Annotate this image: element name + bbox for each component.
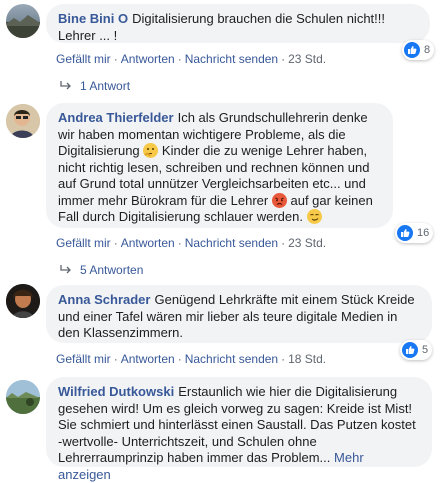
timestamp[interactable]: 23 Std. xyxy=(288,52,326,66)
send-message-link[interactable]: Nachricht senden xyxy=(185,52,278,66)
reaction-count[interactable]: 8 xyxy=(402,40,435,60)
comment-actions: Gefällt mir · Antworten · Nachricht senden · 2… xyxy=(56,52,327,66)
like-link[interactable]: Gefällt mir xyxy=(56,236,111,250)
reaction-count[interactable]: 16 xyxy=(395,223,434,243)
avatar[interactable] xyxy=(6,4,40,38)
reaction-number: 8 xyxy=(424,44,431,56)
comment-bubble: Bine Bini O Digitalisierung brauchen die … xyxy=(46,4,430,43)
comment-author[interactable]: Andrea Thierfelder xyxy=(58,110,174,125)
comment-actions: Gefällt mir · Antworten · Nachricht senden · 1… xyxy=(56,352,327,366)
avatar[interactable] xyxy=(6,284,40,318)
comment-actions: Gefällt mir · Antworten · Nachricht senden · 2… xyxy=(56,236,327,250)
reply-link[interactable]: Antworten xyxy=(121,52,175,66)
reaction-number: 5 xyxy=(422,344,429,356)
send-message-link[interactable]: Nachricht senden xyxy=(185,352,278,366)
avatar[interactable] xyxy=(6,104,40,138)
timestamp[interactable]: 18 Std. xyxy=(288,352,326,366)
comment-bubble: Wilfried Dutkowski Erstaunlich wie hier d… xyxy=(46,377,432,482)
comment-author[interactable]: Anna Schrader xyxy=(58,292,150,307)
view-replies-link[interactable]: 5 Antworten xyxy=(60,263,143,277)
like-link[interactable]: Gefällt mir xyxy=(56,52,111,66)
comment-bubble: Andrea Thierfelder Ich als Grundschullehr… xyxy=(46,103,393,228)
replies-count: 5 Antworten xyxy=(80,263,144,277)
person-avatar-icon xyxy=(6,104,40,138)
dark-avatar-icon xyxy=(6,284,40,318)
angry-emoji-icon xyxy=(271,192,287,208)
timestamp[interactable]: 23 Std. xyxy=(288,236,326,250)
send-message-link[interactable]: Nachricht senden xyxy=(185,236,278,250)
reply-link[interactable]: Antworten xyxy=(121,352,175,366)
thinking-emoji-icon xyxy=(143,143,159,158)
avatar[interactable] xyxy=(6,380,40,414)
landscape-avatar-icon xyxy=(6,15,40,38)
like-icon xyxy=(397,225,413,241)
reaction-number: 16 xyxy=(417,227,430,239)
reply-link[interactable]: Antworten xyxy=(121,236,175,250)
comment-bubble: Anna Schrader Genügend Lehrkräfte mit ein… xyxy=(46,285,432,343)
like-icon xyxy=(402,342,418,358)
replies-count: 1 Antwort xyxy=(80,79,131,93)
reply-arrow-icon xyxy=(60,79,72,93)
smirk-emoji-icon xyxy=(306,209,322,224)
view-replies-link[interactable]: 1 Antwort xyxy=(60,79,130,93)
comment-author[interactable]: Bine Bini O xyxy=(58,11,128,26)
like-link[interactable]: Gefällt mir xyxy=(56,352,111,366)
reply-arrow-icon xyxy=(60,263,72,277)
nature-avatar-icon xyxy=(6,380,40,414)
reaction-count[interactable]: 5 xyxy=(400,340,433,360)
like-icon xyxy=(404,42,420,58)
comment-author[interactable]: Wilfried Dutkowski xyxy=(58,384,174,399)
